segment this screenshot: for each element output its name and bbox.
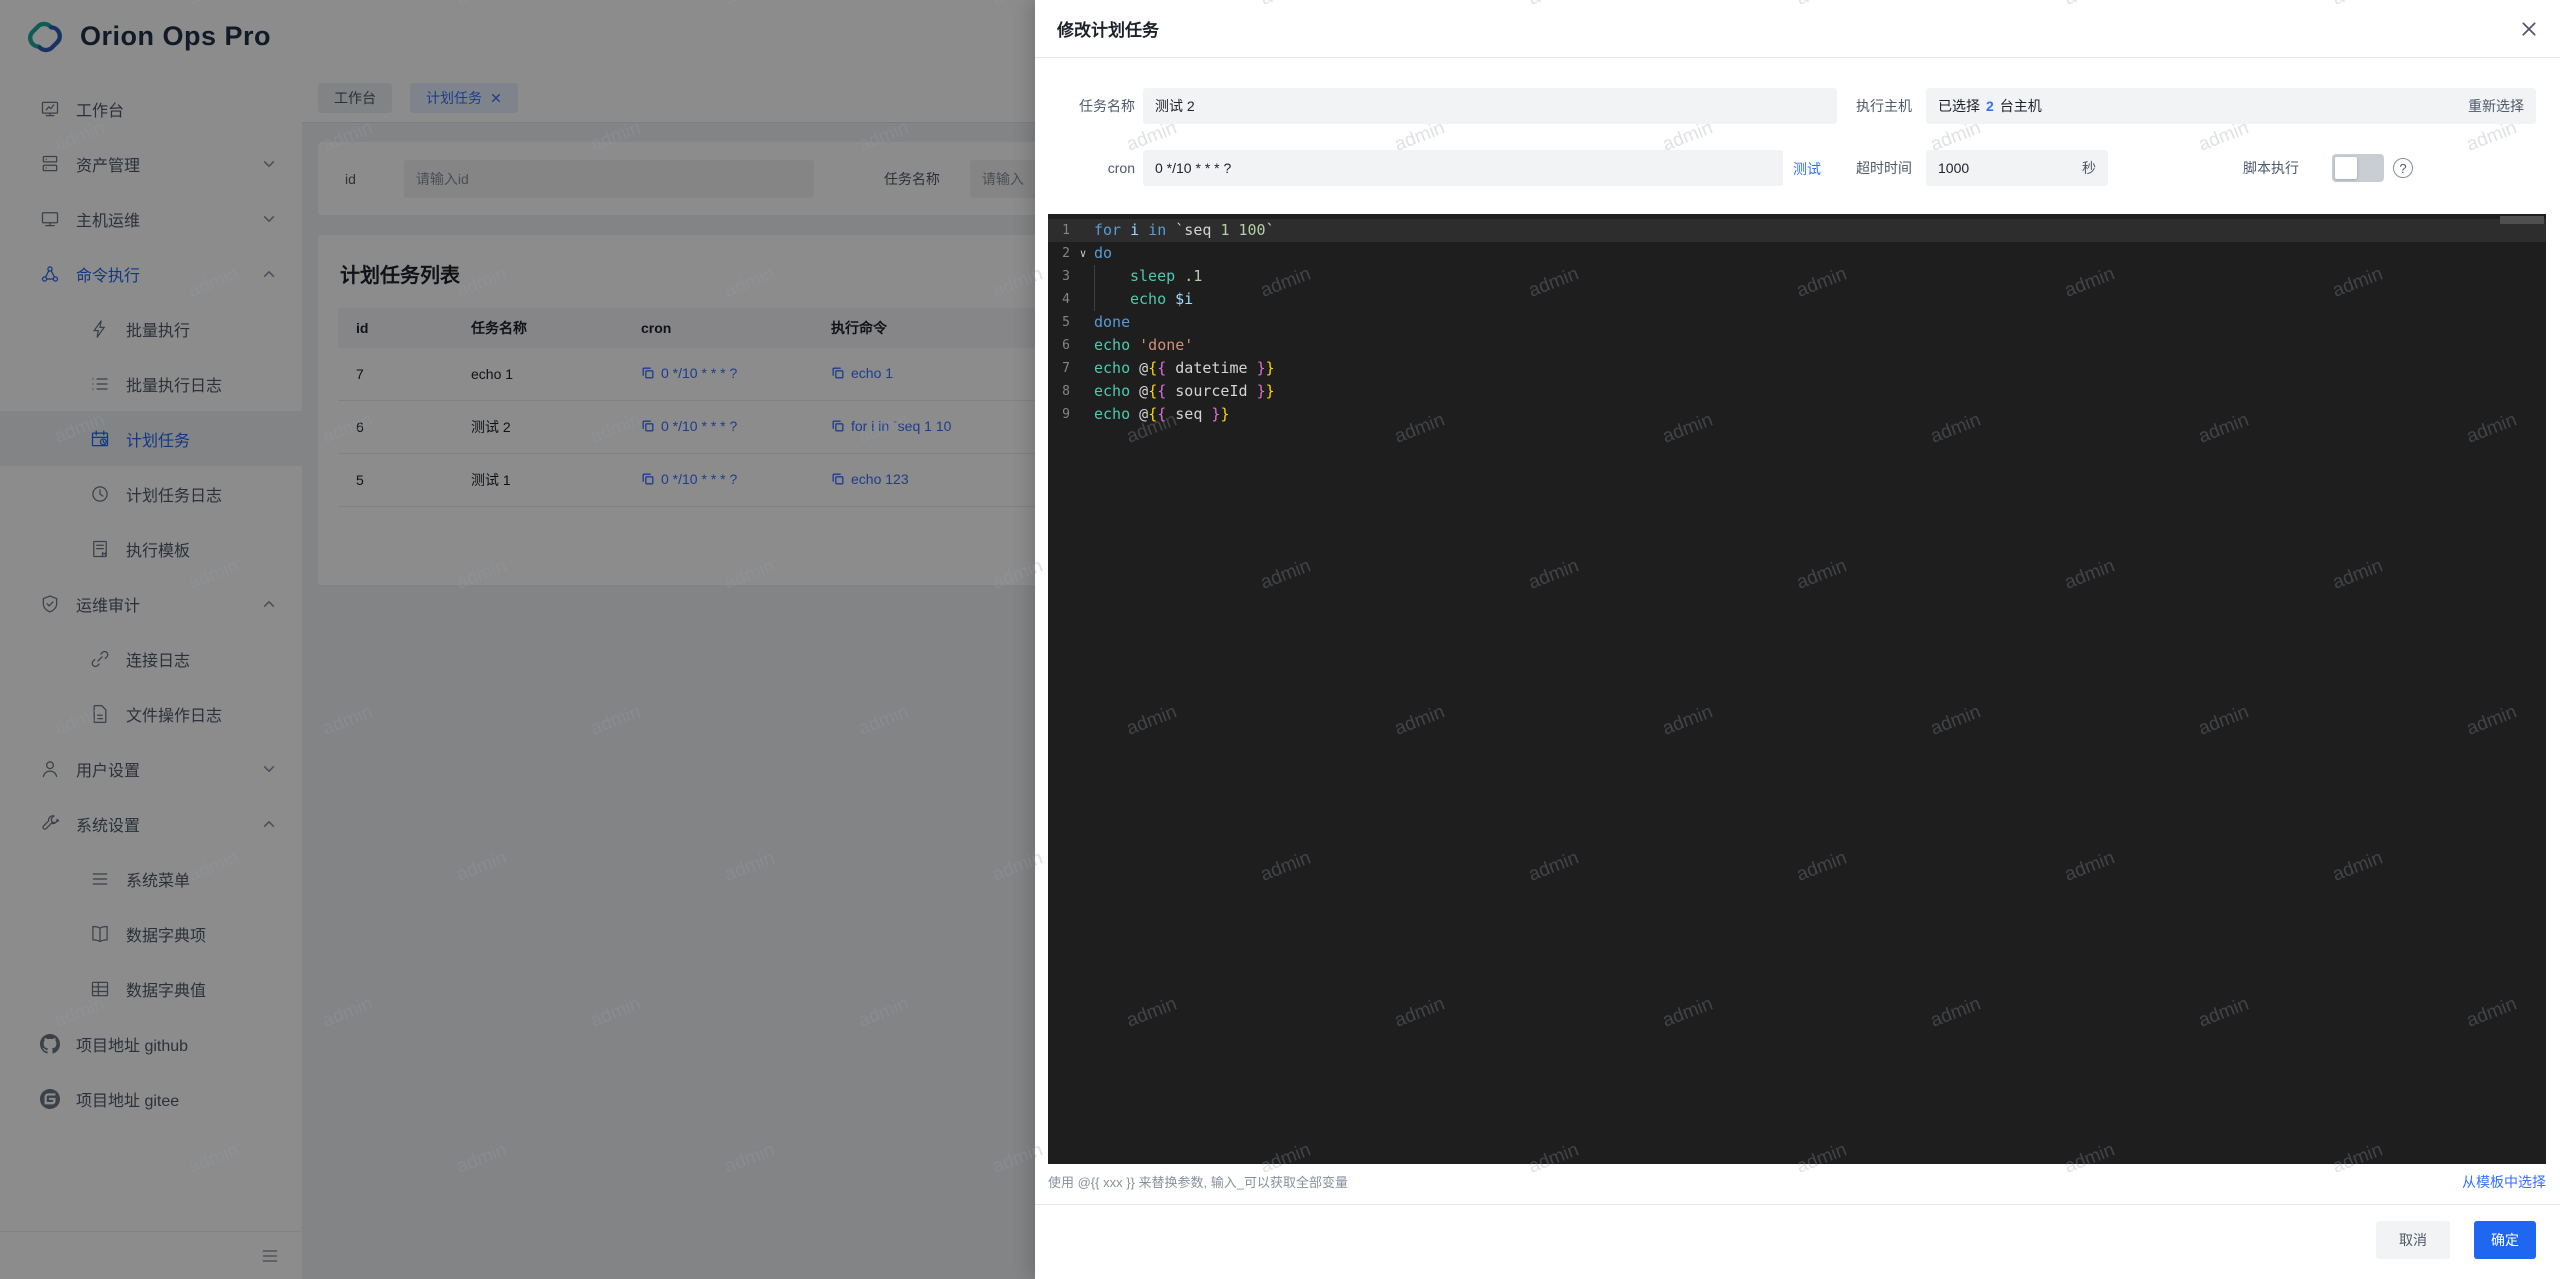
exec-host-field[interactable]: 已选择 2 台主机 重新选择 [1926, 88, 2536, 124]
editor-line[interactable]: 9 echo @{{ seq }} [1048, 403, 2546, 426]
editor-hint: 使用 @{{ xxx }} 来替换参数, 输入_可以获取全部变量 [1048, 1172, 1348, 1191]
timeout-field[interactable]: 1000 秒 [1926, 150, 2108, 186]
cron-test-link[interactable]: 测试 [1793, 159, 1821, 179]
editor-line[interactable]: 5 done [1048, 311, 2546, 334]
editor-gutter: 1 [1048, 219, 1094, 242]
task-name-label: 任务名称 [1043, 88, 1135, 124]
code-text: done [1094, 311, 1130, 334]
confirm-button[interactable]: 确定 [2474, 1221, 2536, 1259]
editor-gutter: 5 [1048, 311, 1094, 334]
line-number: 7 [1048, 357, 1070, 380]
editor-line[interactable]: 7 echo @{{ datetime }} [1048, 357, 2546, 380]
code-text: echo @{{ datetime }} [1094, 357, 1275, 380]
cron-label: cron [1043, 150, 1135, 186]
indent-guide [1094, 288, 1130, 311]
host-selected-suffix: 台主机 [2000, 96, 2042, 116]
drawer-close-icon[interactable] [2520, 20, 2538, 38]
cancel-button[interactable]: 取消 [2376, 1221, 2450, 1259]
drawer-footer: 取消 确定 [1035, 1204, 2560, 1279]
editor-line[interactable]: 8 echo @{{ sourceId }} [1048, 380, 2546, 403]
line-number: 9 [1048, 403, 1070, 426]
timeout-unit: 秒 [2082, 158, 2096, 178]
reselect-hosts-link[interactable]: 重新选择 [2468, 96, 2524, 116]
app-root: Orion Ops Pro 工作台资产管理主机运维命令执行批量执行批量执行日志计… [0, 0, 2560, 1279]
script-exec-toggle[interactable] [2332, 154, 2384, 182]
edit-task-drawer: 修改计划任务 任务名称 测试 2 执行主机 已选择 2 台主机 重新选择 cro… [1035, 0, 2560, 1279]
code-text: do [1094, 242, 1112, 265]
host-selected-count: 2 [1986, 98, 1994, 114]
task-name-field[interactable]: 测试 2 [1143, 88, 1837, 124]
help-icon[interactable]: ? [2393, 158, 2413, 178]
line-number: 4 [1048, 288, 1070, 311]
line-number: 1 [1048, 219, 1070, 242]
fold-chevron-icon[interactable]: ∨ [1074, 242, 1092, 265]
drawer-title: 修改计划任务 [1057, 16, 1159, 41]
code-text: echo @{{ sourceId }} [1094, 380, 1275, 403]
editor-gutter: 6 [1048, 334, 1094, 357]
editor-gutter: 7 [1048, 357, 1094, 380]
cron-field[interactable]: 0 */10 * * * ? [1143, 150, 1783, 186]
indent-guide [1094, 265, 1130, 288]
code-text: sleep .1 [1094, 265, 1202, 288]
line-number: 2 [1048, 242, 1070, 265]
code-text: echo $i [1094, 288, 1193, 311]
editor-line[interactable]: 2∨do [1048, 242, 2546, 265]
editor-scrollbar[interactable] [2500, 216, 2544, 224]
toggle-knob [2335, 157, 2357, 179]
script-exec-label: 脚本执行 [2243, 150, 2307, 186]
task-name-value: 测试 2 [1155, 96, 1195, 116]
line-number: 6 [1048, 334, 1070, 357]
editor-gutter: 8 [1048, 380, 1094, 403]
editor-gutter: 2∨ [1048, 242, 1094, 265]
line-number: 8 [1048, 380, 1070, 403]
help-glyph: ? [2399, 161, 2406, 176]
line-number: 3 [1048, 265, 1070, 288]
editor-line[interactable]: 6 echo 'done' [1048, 334, 2546, 357]
editor-line[interactable]: 4 echo $i [1048, 288, 2546, 311]
timeout-value: 1000 [1938, 160, 1969, 176]
code-text: echo 'done' [1094, 334, 1193, 357]
editor-gutter: 3 [1048, 265, 1094, 288]
editor-line[interactable]: 1 for i in `seq 1 100` [1048, 219, 2546, 242]
timeout-label: 超时时间 [1848, 150, 1912, 186]
code-text: echo @{{ seq }} [1094, 403, 1229, 426]
editor-line[interactable]: 3 sleep .1 [1048, 265, 2546, 288]
script-code-editor[interactable]: 1for i in `seq 1 100`2∨do3sleep .14echo … [1048, 214, 2546, 1164]
choose-template-link[interactable]: 从模板中选择 [2462, 1172, 2546, 1192]
host-selected-prefix: 已选择 [1938, 96, 1980, 116]
cron-value: 0 */10 * * * ? [1155, 160, 1231, 176]
code-text: for i in `seq 1 100` [1094, 219, 1275, 242]
exec-host-label: 执行主机 [1848, 88, 1912, 124]
drawer-header: 修改计划任务 [1035, 0, 2560, 58]
editor-gutter: 4 [1048, 288, 1094, 311]
line-number: 5 [1048, 311, 1070, 334]
editor-gutter: 9 [1048, 403, 1094, 426]
